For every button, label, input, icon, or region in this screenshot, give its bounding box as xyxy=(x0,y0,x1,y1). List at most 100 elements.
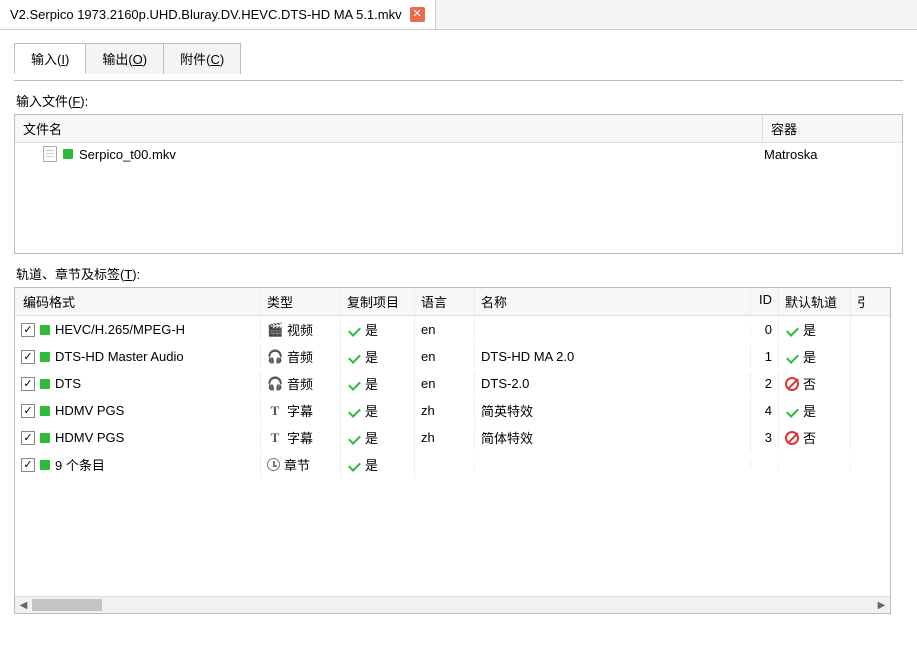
check-icon xyxy=(785,405,799,417)
track-extra xyxy=(851,434,865,442)
track-copy: 是 xyxy=(365,428,378,447)
subtitle-icon: T xyxy=(267,430,283,446)
track-checkbox[interactable]: ✓ xyxy=(21,323,35,337)
col-container[interactable]: 容器 xyxy=(763,115,902,142)
track-name xyxy=(475,461,751,469)
tracks-pane: 编码格式 类型 复制项目 语言 名称 ID 默认轨道 引 ✓ HEVC/H.265… xyxy=(14,287,891,614)
col-name[interactable]: 名称 xyxy=(475,288,751,315)
track-id: 4 xyxy=(751,399,779,422)
track-codec: DTS-HD Master Audio xyxy=(55,349,184,364)
track-extra xyxy=(851,326,865,334)
track-lang: en xyxy=(415,318,475,341)
track-type: 字幕 xyxy=(287,428,313,447)
status-icon xyxy=(40,325,50,335)
track-copy: 是 xyxy=(365,374,378,393)
track-default: 否 xyxy=(803,374,816,393)
check-icon xyxy=(785,351,799,363)
track-checkbox[interactable]: ✓ xyxy=(21,377,35,391)
audio-icon: 🎧 xyxy=(267,376,283,392)
scroll-left-icon[interactable]: ◀ xyxy=(15,600,32,611)
track-row[interactable]: ✓DTS-HD Master Audio🎧音频是enDTS-HD MA 2.01… xyxy=(15,343,890,370)
col-type[interactable]: 类型 xyxy=(261,288,341,315)
track-codec: HDMV PGS xyxy=(55,403,124,418)
track-lang: zh xyxy=(415,426,475,449)
col-default[interactable]: 默认轨道 xyxy=(779,288,851,315)
track-codec: DTS xyxy=(55,376,81,391)
tab-output[interactable]: 输出(O) xyxy=(86,43,164,74)
subtitle-icon: T xyxy=(267,403,283,419)
track-row[interactable]: ✓ HDMV PGS T字幕 是 zh简英特效4 是 xyxy=(15,397,890,424)
col-lang[interactable]: 语言 xyxy=(415,288,475,315)
forbid-icon xyxy=(785,377,799,391)
track-codec: HEVC/H.265/MPEG-H xyxy=(55,322,185,337)
tracks-label: 轨道、章节及标签(T): xyxy=(16,264,903,283)
track-lang: en xyxy=(415,372,475,395)
track-copy: 是 xyxy=(365,401,378,420)
track-row[interactable]: ✓ HEVC/H.265/MPEG-H 🎬视频 是 en 0 是 xyxy=(15,316,890,343)
inner-tabs: 输入(I) 输出(O) 附件(C) xyxy=(14,42,903,73)
file-tab-title: V2.Serpico 1973.2160p.UHD.Bluray.DV.HEVC… xyxy=(10,7,402,22)
status-icon xyxy=(40,406,50,416)
track-name: 简英特效 xyxy=(475,397,751,424)
check-icon xyxy=(347,405,361,417)
track-extra xyxy=(851,353,865,361)
file-name: Serpico_t00.mkv xyxy=(79,147,176,162)
check-icon xyxy=(785,324,799,336)
track-type: 音频 xyxy=(287,374,313,393)
track-name: DTS-HD MA 2.0 xyxy=(475,345,751,368)
track-lang xyxy=(415,461,475,469)
tab-attachments[interactable]: 附件(C) xyxy=(164,43,241,74)
col-copy[interactable]: 复制项目 xyxy=(341,288,415,315)
col-filename[interactable]: 文件名 xyxy=(15,115,763,142)
track-name: DTS-2.0 xyxy=(475,372,751,395)
track-default: 是 xyxy=(803,347,816,366)
check-icon xyxy=(347,432,361,444)
track-name: 简体特效 xyxy=(475,424,751,451)
track-name xyxy=(475,326,751,334)
status-icon xyxy=(40,433,50,443)
track-extra xyxy=(851,407,865,415)
track-checkbox[interactable]: ✓ xyxy=(21,458,35,472)
track-copy: 是 xyxy=(365,455,378,474)
status-icon xyxy=(40,352,50,362)
track-extra xyxy=(851,380,865,388)
track-default: 是 xyxy=(803,401,816,420)
track-type: 字幕 xyxy=(287,401,313,420)
chapter-icon xyxy=(267,458,280,471)
track-default: 是 xyxy=(803,320,816,339)
h-scrollbar[interactable]: ◀ ▶ xyxy=(15,596,890,613)
col-codec[interactable]: 编码格式 xyxy=(15,288,261,315)
video-icon: 🎬 xyxy=(267,322,283,338)
track-row[interactable]: ✓9 个条目章节是 xyxy=(15,451,890,478)
check-icon xyxy=(347,324,361,336)
check-icon xyxy=(347,378,361,390)
check-icon xyxy=(347,351,361,363)
status-icon xyxy=(40,379,50,389)
file-row[interactable]: Serpico_t00.mkv Matroska xyxy=(15,143,902,165)
track-copy: 是 xyxy=(365,320,378,339)
file-tab[interactable]: V2.Serpico 1973.2160p.UHD.Bluray.DV.HEVC… xyxy=(0,0,436,29)
track-row[interactable]: ✓DTS🎧音频是enDTS-2.02否 xyxy=(15,370,890,397)
track-checkbox[interactable]: ✓ xyxy=(21,404,35,418)
track-lang: zh xyxy=(415,399,475,422)
file-icon xyxy=(43,146,57,162)
track-checkbox[interactable]: ✓ xyxy=(21,431,35,445)
track-id: 3 xyxy=(751,426,779,449)
track-type: 视频 xyxy=(287,320,313,339)
forbid-icon xyxy=(785,431,799,445)
col-id[interactable]: ID xyxy=(751,288,779,315)
scroll-right-icon[interactable]: ▶ xyxy=(873,600,890,611)
file-container: Matroska xyxy=(764,147,894,162)
track-checkbox[interactable]: ✓ xyxy=(21,350,35,364)
scroll-thumb[interactable] xyxy=(32,599,102,611)
track-type: 章节 xyxy=(284,455,310,474)
input-files-label: 输入文件(F): xyxy=(16,91,903,110)
track-row[interactable]: ✓HDMV PGST字幕是zh简体特效3否 xyxy=(15,424,890,451)
tab-input[interactable]: 输入(I) xyxy=(14,43,86,74)
file-tab-bar: V2.Serpico 1973.2160p.UHD.Bluray.DV.HEVC… xyxy=(0,0,917,30)
track-id: 0 xyxy=(751,318,779,341)
col-extra[interactable]: 引 xyxy=(851,288,865,315)
close-icon[interactable]: ✕ xyxy=(410,7,425,22)
track-id: 1 xyxy=(751,345,779,368)
track-copy: 是 xyxy=(365,347,378,366)
